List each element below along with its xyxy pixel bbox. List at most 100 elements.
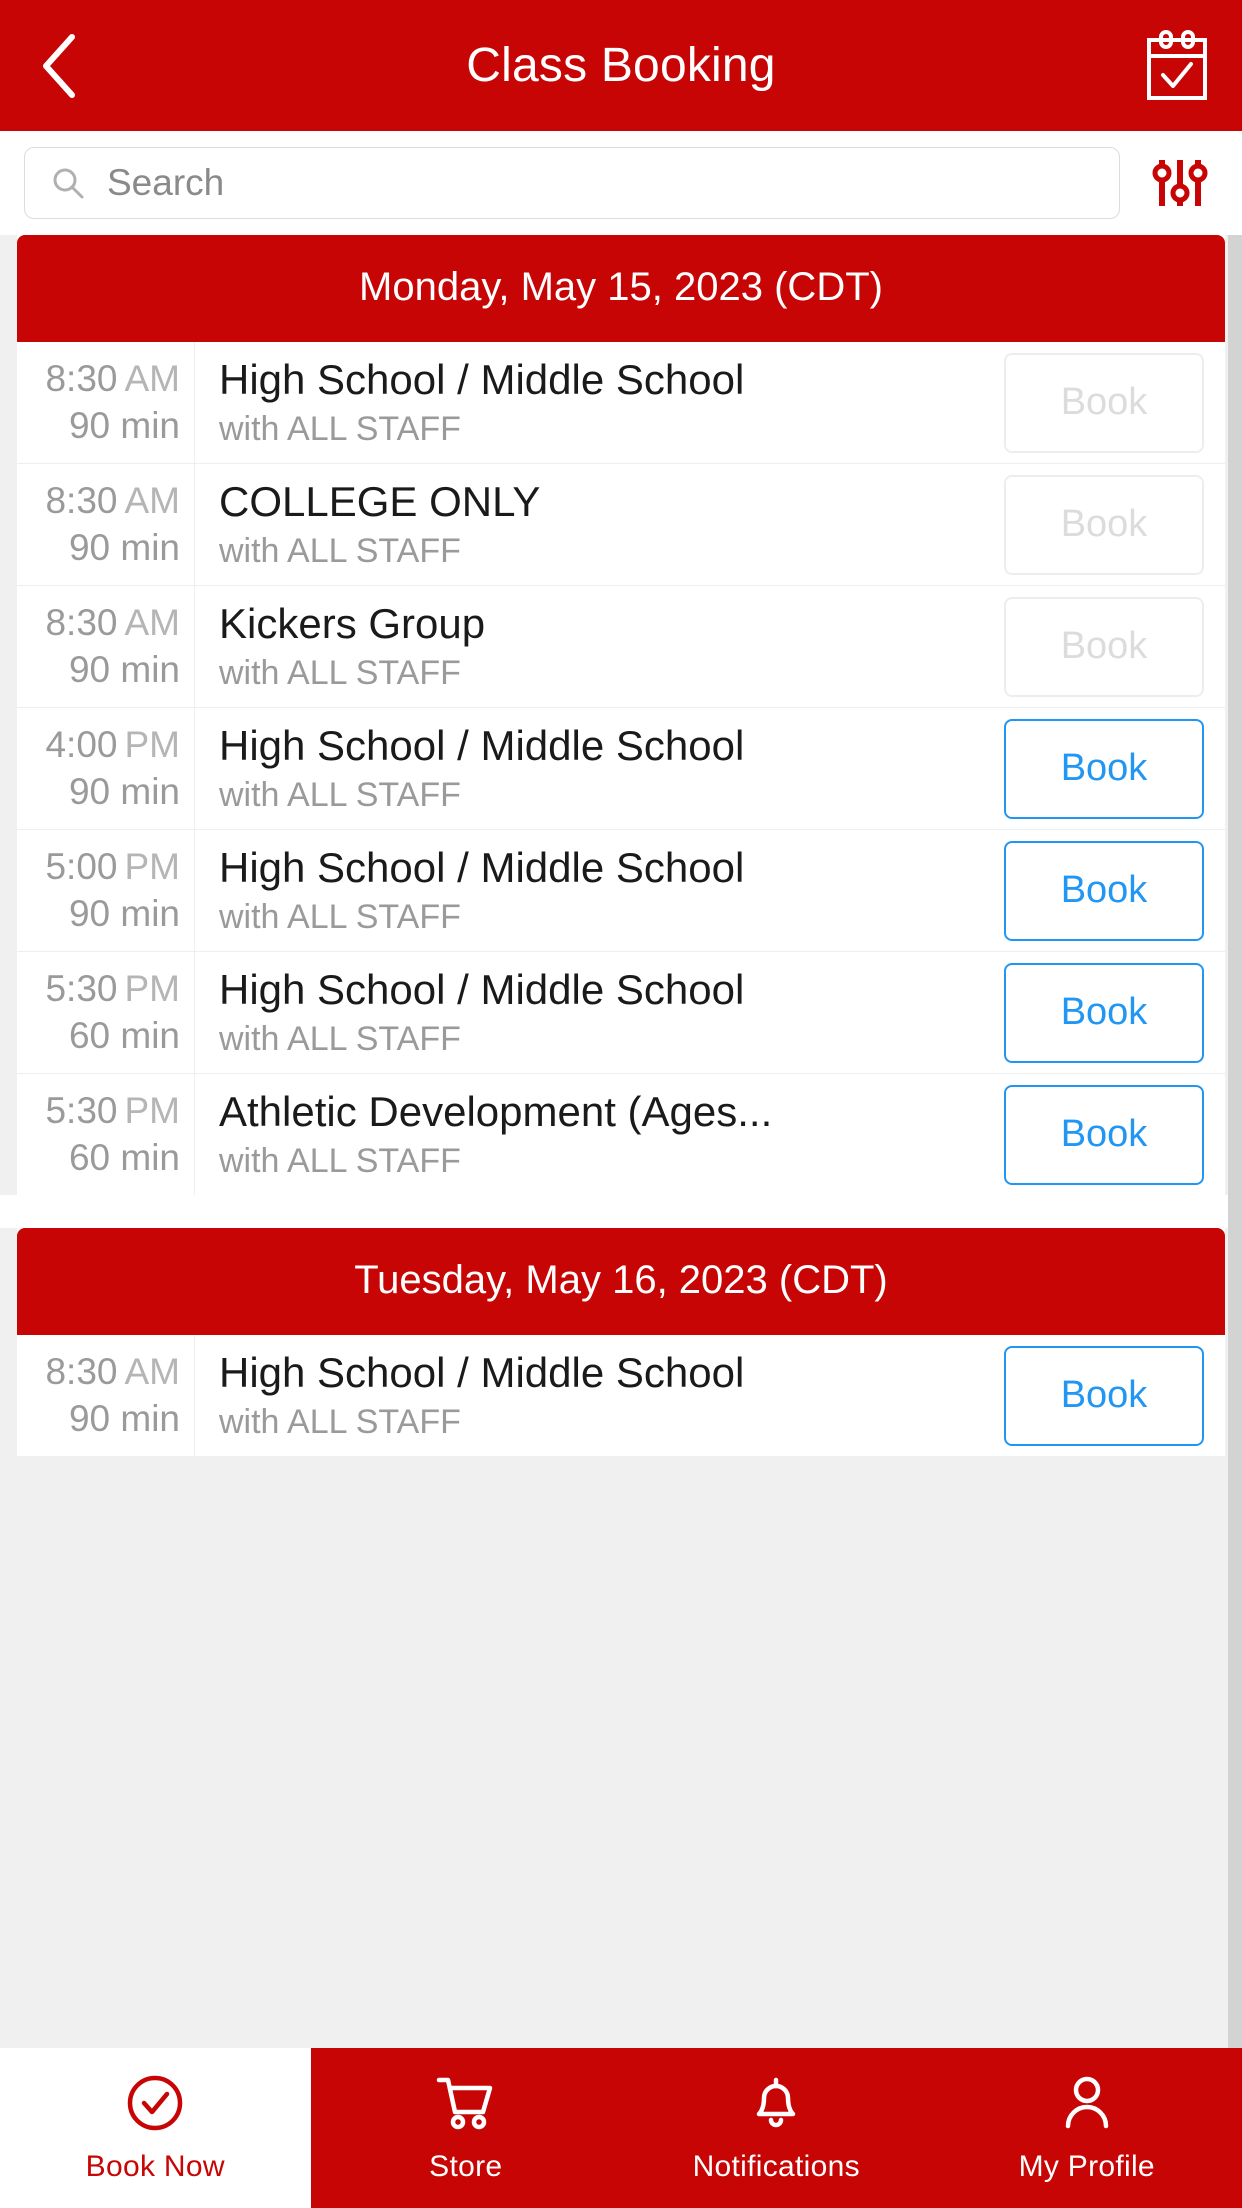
class-start-time: 4:00 PM xyxy=(45,724,180,766)
class-info-cell: Kickers Group with ALL STAFF xyxy=(195,586,999,707)
page-title: Class Booking xyxy=(466,39,776,92)
class-info-cell: High School / Middle School with ALL STAF… xyxy=(195,708,999,829)
day-separator xyxy=(0,1195,1242,1228)
class-staff: with ALL STAFF xyxy=(219,776,461,814)
class-row[interactable]: 8:30 AM 90 min High School / Middle School w… xyxy=(17,342,1225,464)
book-button: Book xyxy=(1004,474,1204,575)
scrollbar-thumb[interactable] xyxy=(1228,235,1242,2048)
class-row[interactable]: 4:00 PM 90 min High School / Middle School w… xyxy=(17,708,1225,830)
book-button[interactable]: Book xyxy=(1004,718,1204,819)
day-section: Tuesday, May 16, 2023 (CDT) 8:30 AM 90 min H… xyxy=(17,1228,1225,1456)
class-row[interactable]: 5:30 PM 60 min Athletic Development (Ages..… xyxy=(17,1074,1225,1195)
class-list-scroll[interactable]: Monday, May 15, 2023 (CDT) 8:30 AM 90 min Hi… xyxy=(0,235,1242,2048)
class-list: Monday, May 15, 2023 (CDT) 8:30 AM 90 min Hi… xyxy=(0,235,1242,1456)
class-name: Kickers Group xyxy=(219,600,486,647)
book-button[interactable]: Book xyxy=(1004,962,1204,1063)
tab-book-now[interactable]: Book Now xyxy=(0,2048,311,2208)
chevron-left-icon xyxy=(43,33,75,98)
user-icon xyxy=(1056,2072,1118,2134)
class-duration: 90 min xyxy=(68,527,180,568)
class-name: High School / Middle School xyxy=(219,356,745,403)
tab-my-profile[interactable]: My Profile xyxy=(931,2048,1242,2208)
book-button[interactable]: Book xyxy=(1004,1345,1204,1446)
class-start-time: 8:30 AM xyxy=(45,358,180,400)
class-staff: with ALL STAFF xyxy=(219,898,461,936)
back-button[interactable] xyxy=(0,0,120,131)
class-name: High School / Middle School xyxy=(219,1349,745,1396)
class-row[interactable]: 5:30 PM 60 min High School / Middle School w… xyxy=(17,952,1225,1074)
class-time-ampm: PM xyxy=(124,846,181,887)
search-input[interactable]: Search xyxy=(24,147,1120,219)
class-time-cell: 8:30 AM 90 min xyxy=(17,1335,195,1456)
sliders-filter-icon xyxy=(1152,160,1208,206)
class-start-time: 8:30 AM xyxy=(45,480,180,522)
tab-label: Store xyxy=(429,2150,503,2183)
class-duration: 90 min xyxy=(68,771,180,812)
class-name: COLLEGE ONLY xyxy=(219,478,541,525)
class-time-cell: 5:00 PM 90 min xyxy=(17,830,195,951)
class-duration: 90 min xyxy=(68,405,180,446)
search-bar: Search xyxy=(0,131,1242,235)
class-time-ampm: PM xyxy=(124,1090,181,1131)
class-staff: with ALL STAFF xyxy=(219,1020,461,1058)
class-staff: with ALL STAFF xyxy=(219,1403,461,1441)
class-info-cell: High School / Middle School with ALL STAF… xyxy=(195,1335,999,1456)
class-row[interactable]: 5:00 PM 90 min High School / Middle School w… xyxy=(17,830,1225,952)
day-header: Monday, May 15, 2023 (CDT) xyxy=(17,235,1225,342)
class-duration: 90 min xyxy=(68,1398,180,1439)
class-time-cell: 5:30 PM 60 min xyxy=(17,1074,195,1195)
search-placeholder: Search xyxy=(107,162,225,203)
class-time-ampm: AM xyxy=(124,358,181,399)
class-time-value: 5:00 xyxy=(45,846,118,887)
day-header: Tuesday, May 16, 2023 (CDT) xyxy=(17,1228,1225,1335)
class-staff: with ALL STAFF xyxy=(219,532,461,570)
calendar-button[interactable] xyxy=(1112,0,1242,131)
tab-label: Notifications xyxy=(692,2150,860,2183)
class-name: High School / Middle School xyxy=(219,844,745,891)
class-duration: 60 min xyxy=(68,1015,180,1056)
bottom-navigation: Book Now Store Notifications My Profile xyxy=(0,2048,1242,2208)
vertical-scrollbar[interactable] xyxy=(1228,235,1242,2048)
class-row[interactable]: 8:30 AM 90 min COLLEGE ONLY with ALL STAFF Bo… xyxy=(17,464,1225,586)
class-time-value: 5:30 xyxy=(45,1090,118,1131)
class-time-value: 8:30 xyxy=(45,358,118,399)
class-time-ampm: PM xyxy=(124,724,181,765)
class-duration: 60 min xyxy=(68,1137,180,1178)
class-time-ampm: AM xyxy=(124,1351,181,1392)
filter-button[interactable] xyxy=(1134,147,1226,219)
class-time-value: 4:00 xyxy=(45,724,118,765)
class-time-value: 8:30 xyxy=(45,1351,118,1392)
class-start-time: 5:00 PM xyxy=(45,846,180,888)
class-row[interactable]: 8:30 AM 90 min Kickers Group with ALL STAFF B… xyxy=(17,586,1225,708)
class-time-cell: 5:30 PM 60 min xyxy=(17,952,195,1073)
class-staff: with ALL STAFF xyxy=(219,1142,461,1180)
class-time-value: 5:30 xyxy=(45,968,118,1009)
tab-label: Book Now xyxy=(85,2150,225,2183)
class-info-cell: High School / Middle School with ALL STAF… xyxy=(195,830,999,951)
class-time-cell: 4:00 PM 90 min xyxy=(17,708,195,829)
class-start-time: 8:30 AM xyxy=(45,602,180,644)
tab-label: My Profile xyxy=(1018,2150,1155,2183)
class-action-cell: Book xyxy=(999,708,1225,829)
tab-store[interactable]: Store xyxy=(310,2048,621,2208)
class-action-cell: Book xyxy=(999,1335,1225,1456)
calendar-check-icon xyxy=(1147,29,1207,100)
class-time-ampm: AM xyxy=(124,602,181,643)
class-start-time: 5:30 PM xyxy=(45,1090,180,1132)
class-time-cell: 8:30 AM 90 min xyxy=(17,464,195,585)
check-circle-icon xyxy=(124,2072,186,2134)
class-row[interactable]: 8:30 AM 90 min High School / Middle School w… xyxy=(17,1335,1225,1456)
tab-notifications[interactable]: Notifications xyxy=(621,2048,932,2208)
class-time-ampm: PM xyxy=(124,968,181,1009)
app-header: Class Booking xyxy=(0,0,1242,131)
book-button[interactable]: Book xyxy=(1004,840,1204,941)
search-icon xyxy=(53,168,84,199)
bell-icon xyxy=(745,2072,807,2134)
class-time-cell: 8:30 AM 90 min xyxy=(17,342,195,463)
book-button: Book xyxy=(1004,352,1204,453)
class-staff: with ALL STAFF xyxy=(219,410,461,448)
class-info-cell: High School / Middle School with ALL STAF… xyxy=(195,952,999,1073)
book-button[interactable]: Book xyxy=(1004,1084,1204,1185)
shopping-cart-icon xyxy=(435,2072,497,2134)
class-time-value: 8:30 xyxy=(45,602,118,643)
